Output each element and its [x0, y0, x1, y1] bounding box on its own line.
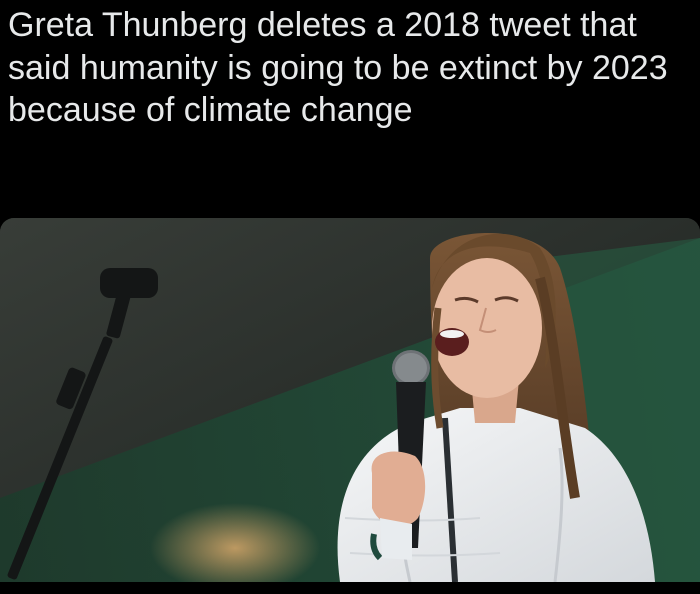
post-image[interactable]	[0, 218, 700, 582]
face	[432, 258, 542, 398]
photo-illustration	[0, 218, 700, 582]
hand	[371, 451, 426, 527]
post-text: Greta Thunberg deletes a 2018 tweet that…	[8, 6, 668, 129]
post: Greta Thunberg deletes a 2018 tweet that…	[0, 0, 700, 594]
